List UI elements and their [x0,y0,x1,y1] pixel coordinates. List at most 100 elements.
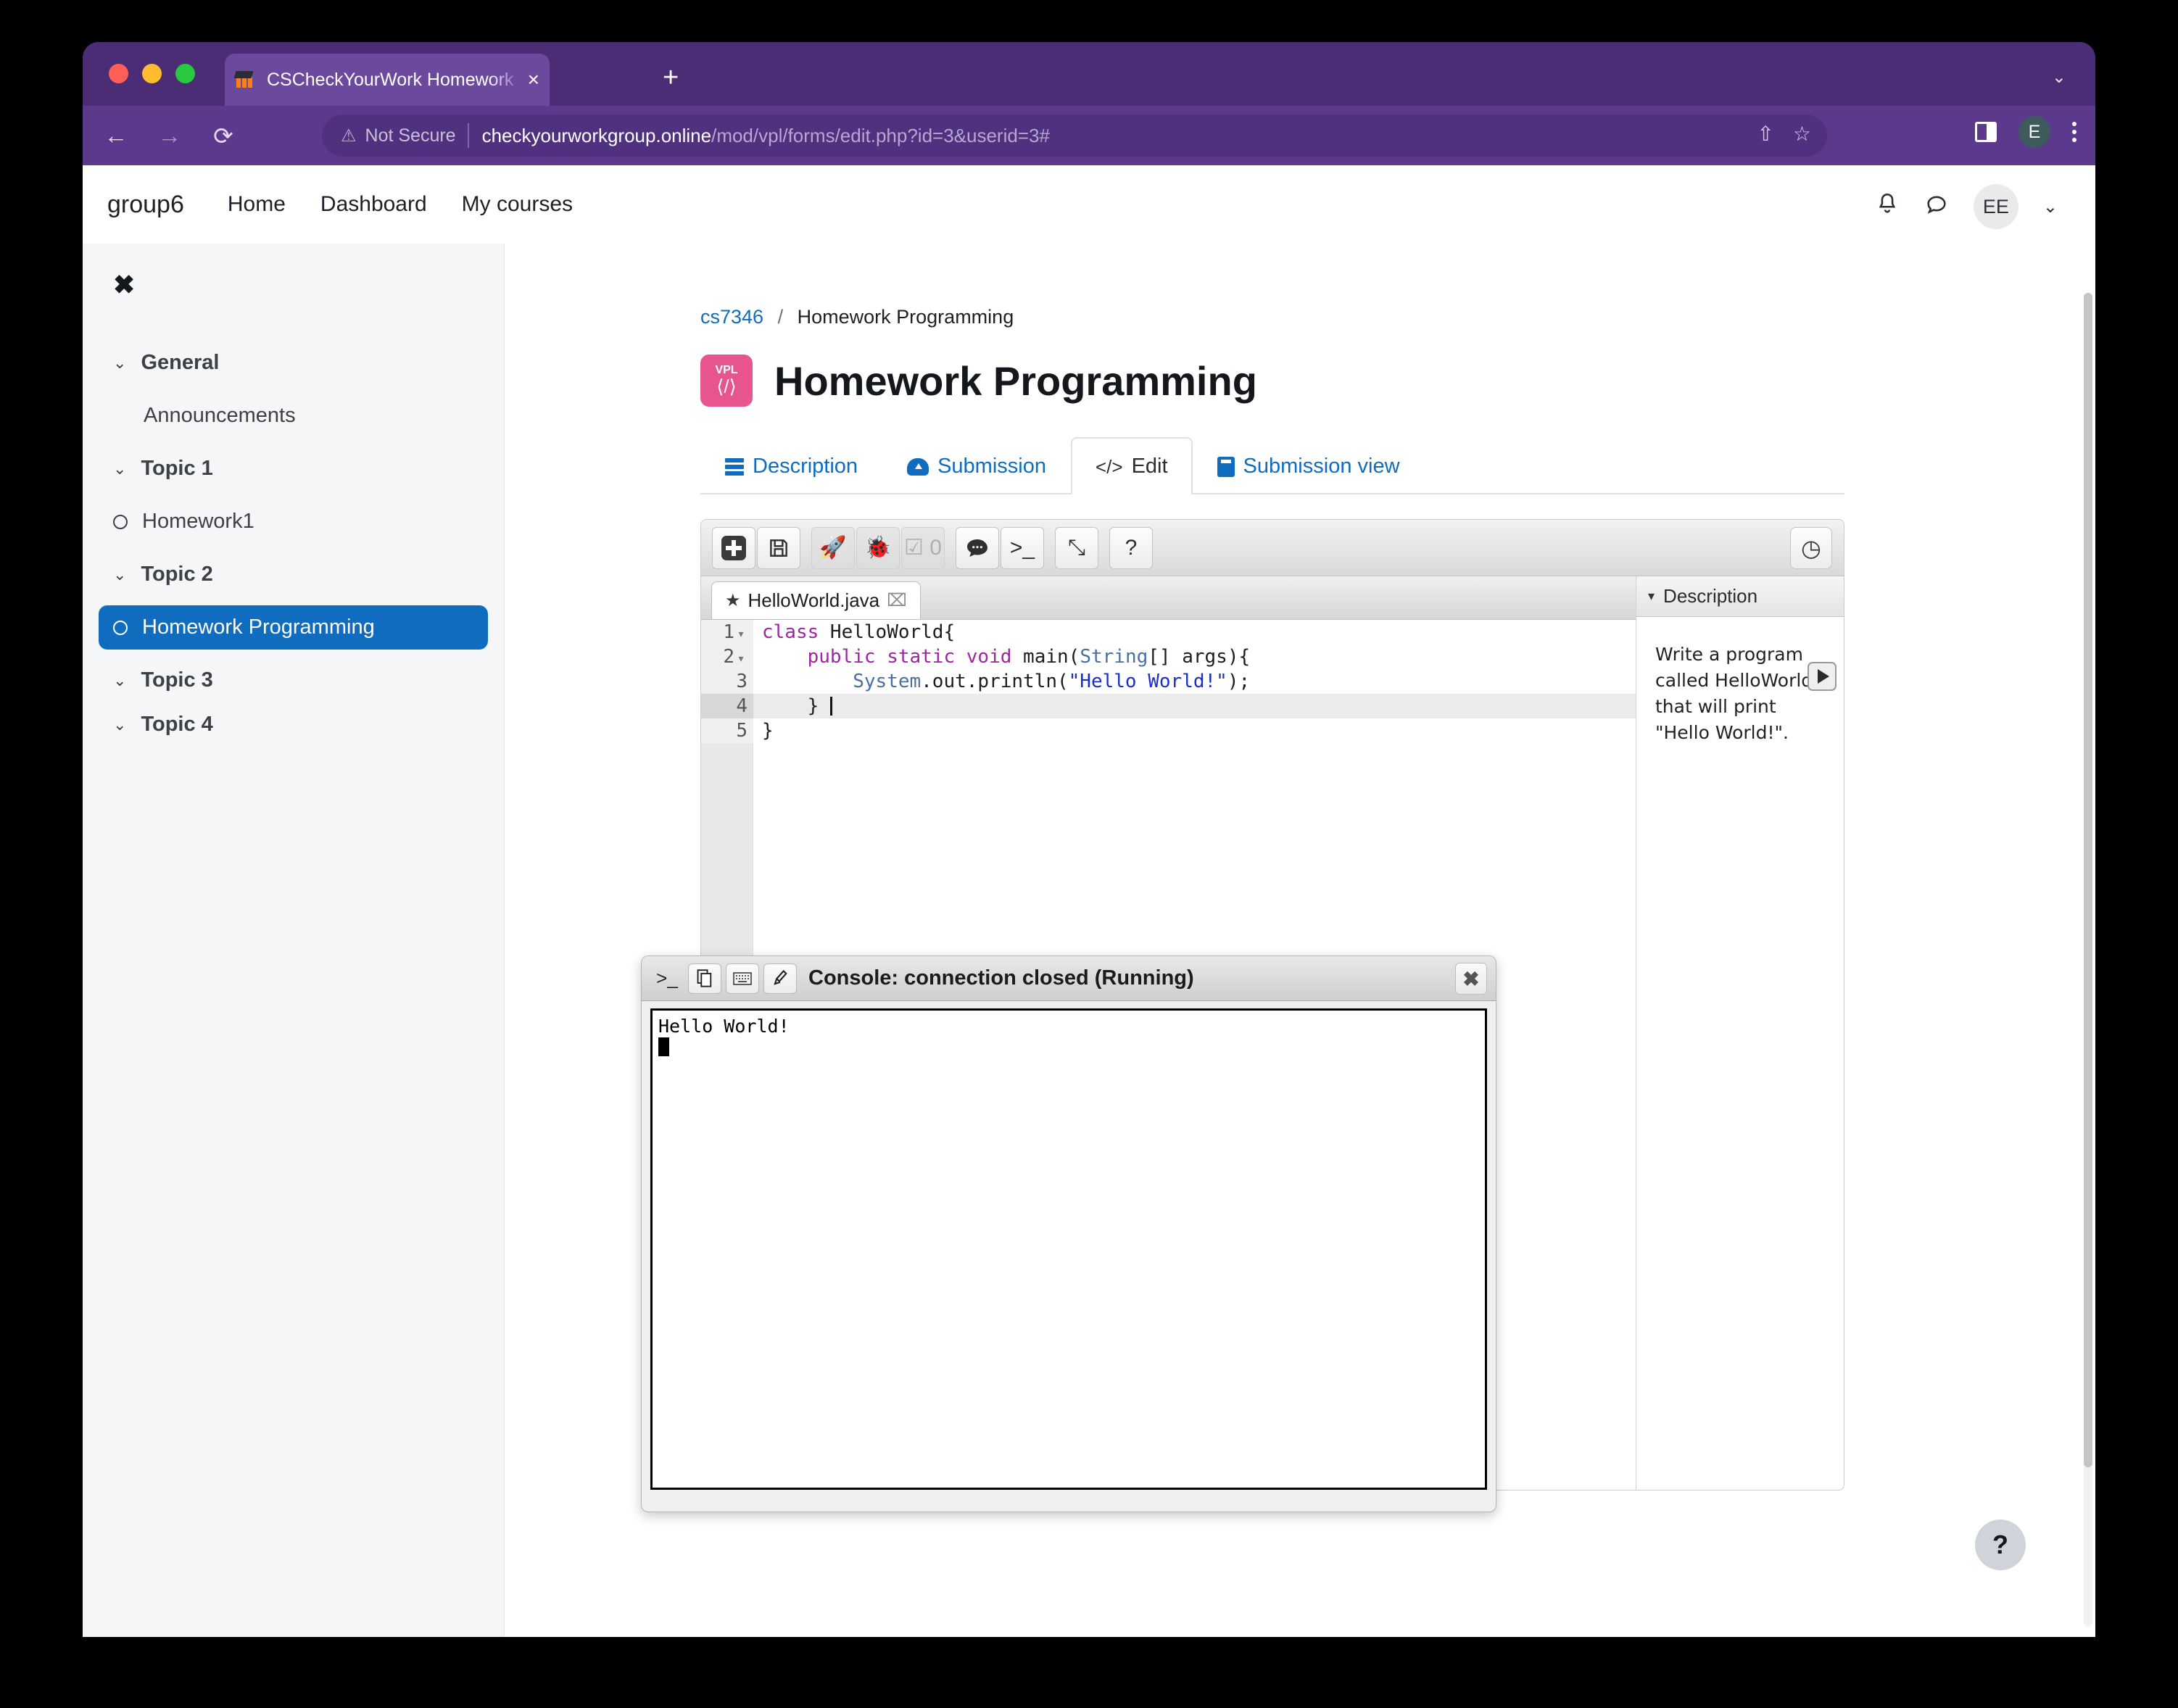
help-floating-button[interactable]: ? [1975,1520,2026,1570]
messages-icon[interactable] [1924,191,1949,223]
user-avatar[interactable]: EE [1973,184,2018,229]
course-section-topic-3[interactable]: ⌄ Topic 3 [83,658,504,702]
course-section-general[interactable]: ⌄ General [83,341,504,385]
browser-menu-icon[interactable] [2072,122,2076,142]
console-title-bar[interactable]: >_ Console: connection closed (Running) … [642,956,1496,1001]
code-line[interactable]: 1 ▾ class HelloWorld{ [701,620,1636,644]
fullscreen-button[interactable]: ⤡ [1055,526,1098,569]
minimize-window-button[interactable] [142,64,162,83]
forward-button[interactable]: → [149,115,190,156]
breadcrumb-current: Homework Programming [797,306,1014,328]
submission-view-icon [1217,456,1235,477]
tab-submission-view[interactable]: Submission view [1193,437,1425,494]
save-button[interactable] [757,526,800,569]
share-icon[interactable]: ⇧ [1757,122,1773,146]
console-clear-brush-icon[interactable] [763,963,797,994]
course-section-topic-2[interactable]: ⌄ Topic 2 [83,552,504,597]
url-omnibox[interactable]: ⚠ Not Secure checkyourworkgroup.online /… [322,115,1827,157]
page-scrollbar[interactable] [2084,293,2092,1627]
course-section-topic-4[interactable]: ⌄ Topic 4 [83,702,504,747]
fold-arrow-icon[interactable]: ▾ [734,647,748,671]
tab-label: Submission [937,455,1046,478]
new-file-button[interactable] [712,526,755,569]
console-keyboard-icon[interactable] [726,963,759,994]
console-copy-icon[interactable] [688,963,721,994]
help-button[interactable]: ? [1109,526,1153,569]
page-scrollbar-thumb[interactable] [2084,293,2092,1467]
course-item-homework-programming[interactable]: Homework Programming [99,605,488,650]
nav-link-dashboard[interactable]: Dashboard [320,192,427,217]
cloud-upload-icon [907,457,929,476]
description-panel-header[interactable]: ▾ Description [1636,576,1844,617]
page-title: Homework Programming [774,357,1257,404]
nav-link-home[interactable]: Home [228,192,286,217]
close-tab-button[interactable]: × [528,70,539,90]
close-window-button[interactable] [109,64,128,83]
description-side-panel: ▾ Description Write a program called Hel… [1636,576,1844,1490]
code-text: System.out.println("Hello World!"); [853,671,1251,692]
notifications-bell-icon[interactable] [1875,191,1900,223]
new-tab-button[interactable]: + [663,64,679,91]
breadcrumb-separator: / [777,306,784,328]
line-number: 2 ▾ [701,644,753,669]
not-secure-warning-icon: ⚠ [341,125,357,146]
tab-label: Description [753,455,858,478]
breadcrumb: cs7346 / Homework Programming [700,306,2095,328]
user-menu-chevron-icon[interactable]: ⌄ [2043,196,2058,217]
tab-edit[interactable]: </> Edit [1070,437,1193,494]
code-text: class HelloWorld{ [762,621,956,643]
code-text: } [762,720,774,742]
run-button[interactable]: 🚀 [811,526,855,569]
console-output[interactable]: Hello World! [650,1008,1487,1490]
reload-button[interactable]: ⟳ [203,115,244,156]
tab-list-chevron-icon[interactable]: ⌄ [2052,67,2066,88]
file-tab-helloworld-java[interactable]: ★ HelloWorld.java ⌧ [711,581,921,619]
browser-address-bar: ← → ⟳ ⚠ Not Secure checkyourworkgroup.on… [83,106,2095,165]
console-button[interactable]: >_ [1001,526,1044,569]
comments-button[interactable] [956,526,999,569]
chevron-down-icon: ⌄ [113,715,127,734]
evaluate-button[interactable]: ☑ 0 [901,526,945,569]
tab-description[interactable]: Description [700,437,882,494]
completion-circle-icon [113,514,128,529]
course-section-topic-1[interactable]: ⌄ Topic 1 [83,447,504,491]
close-course-index-button[interactable]: ✖ [83,270,504,300]
site-brand[interactable]: group6 [107,191,184,219]
code-line[interactable]: 3 System.out.println("Hello World!"); [701,669,1636,694]
code-line[interactable]: 5} [701,718,1636,743]
browser-tab[interactable]: CSCheckYourWork Homework × [225,54,550,106]
maximize-window-button[interactable] [175,64,195,83]
course-item-label: Homework Programming [142,615,375,639]
back-button[interactable]: ← [96,115,136,156]
close-file-icon[interactable]: ⌧ [887,590,907,611]
activity-tabs: Description Submission </> Edit Submissi… [700,437,1844,494]
tab-submission[interactable]: Submission [882,437,1071,494]
omnibox-actions: ⇧ ☆ [1757,122,1811,146]
close-console-button[interactable]: ✖ [1455,963,1487,995]
console-title-text: Console: connection closed (Running) [808,966,1194,990]
bookmark-star-icon[interactable]: ☆ [1793,122,1811,146]
file-tab-label: HelloWorld.java [748,589,880,611]
course-item-label: Announcements [144,404,296,427]
chevron-down-icon: ⌄ [113,353,127,372]
vpl-activity-icon: VPL ⟨/⟩ [700,355,753,407]
text-caret [829,697,832,716]
line-number: 3 [701,669,753,694]
code-line[interactable]: 2 ▾ public static void main(String[] args… [701,644,1636,669]
timer-clock-icon[interactable]: ◷ [1790,527,1832,569]
course-section-label: Topic 1 [141,457,213,480]
course-item-homework1[interactable]: Homework1 [99,499,488,544]
code-line[interactable]: 4 } [701,694,1636,718]
browser-profile-avatar[interactable]: E [2018,116,2050,148]
breadcrumb-course-link[interactable]: cs7346 [700,306,763,328]
code-text: } [753,694,832,718]
course-item-announcements[interactable]: Announcements [99,394,488,438]
sidebar-toggle-icon[interactable] [1975,122,1997,142]
description-play-button[interactable] [1808,662,1837,691]
primary-navigation: Home Dashboard My courses [228,192,573,217]
terminal-cursor [658,1037,669,1056]
nav-link-my-courses[interactable]: My courses [462,192,573,217]
fold-arrow-icon[interactable]: ▾ [734,622,748,647]
debug-button[interactable]: 🐞 [856,526,900,569]
page-viewport: group6 Home Dashboard My courses EE ⌄ ✖ … [83,165,2095,1637]
